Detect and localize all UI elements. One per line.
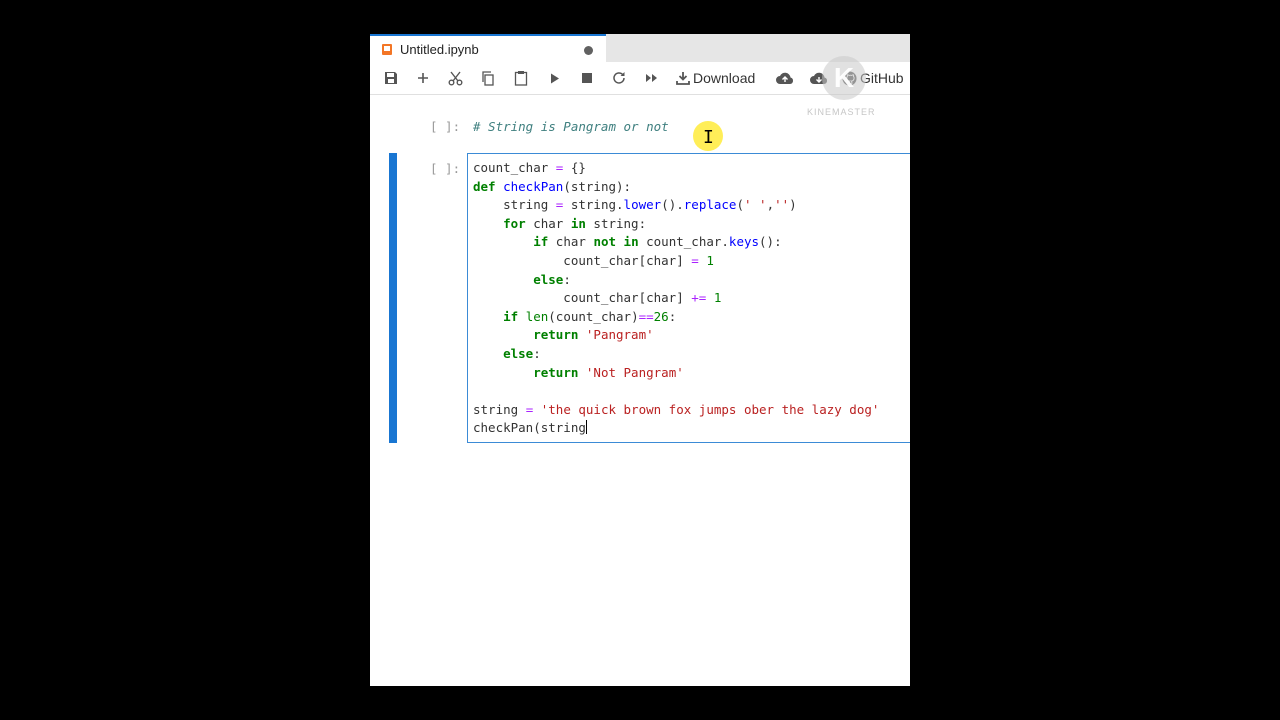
paste-button[interactable] [512, 67, 530, 89]
notebook-window: Untitled.ipynb Download GitHub K KINEMAS… [370, 34, 910, 686]
kinemaster-logo: K [822, 56, 866, 100]
stop-icon [582, 73, 592, 83]
tab-bar: Untitled.ipynb [370, 34, 910, 62]
save-button[interactable] [382, 67, 400, 89]
code-cell-prompt: [ ]: [430, 161, 461, 176]
code-cell-editor[interactable]: count_char = {} def checkPan(string): str… [467, 153, 910, 443]
code-line: string = string.lower().replace(' ','') [473, 197, 797, 213]
code-line: count_char = {} [473, 160, 586, 175]
cloud-upload-button[interactable] [774, 67, 796, 89]
code-line: for char in string: [503, 215, 647, 231]
code-line: def checkPan(string): [473, 178, 632, 194]
copy-icon [482, 70, 494, 86]
code-line: else: [533, 271, 571, 287]
play-icon [551, 73, 559, 83]
restart-icon [613, 72, 625, 84]
unsaved-indicator-icon[interactable] [584, 46, 593, 55]
tab-title: Untitled.ipynb [400, 42, 479, 57]
save-icon [385, 72, 397, 84]
code-line: return 'Pangram' [533, 327, 654, 343]
code-line: return 'Not Pangram' [533, 364, 684, 380]
github-label: GitHub [860, 70, 904, 86]
tab-untitled-notebook[interactable]: Untitled.ipynb [370, 34, 606, 62]
download-button[interactable]: Download [676, 67, 766, 89]
run-all-button[interactable] [643, 67, 661, 89]
cloud-upload-icon [776, 72, 794, 84]
active-cell-indicator [389, 153, 397, 443]
code-line: string = 'the quick brown fox jumps ober… [473, 401, 880, 417]
restart-button[interactable] [610, 67, 628, 89]
insert-cell-button[interactable] [414, 67, 432, 89]
notebook-icon [382, 44, 392, 55]
code-line: if len(count_char)==26: [503, 308, 677, 324]
text-caret [585, 420, 587, 435]
code-line: else: [503, 346, 541, 361]
cut-button[interactable] [446, 67, 464, 89]
notebook-toolbar: Download GitHub K KINEMASTER [370, 56, 910, 117]
copy-button[interactable] [479, 67, 497, 89]
markdown-cell[interactable]: # String is Pangram or not [473, 119, 669, 134]
clipboard-icon [514, 71, 528, 86]
code-line: count_char[char] = 1 [473, 253, 714, 268]
code-line: if char not in count_char.keys(): [533, 234, 782, 250]
text-cursor-icon: I [703, 127, 714, 148]
download-label: Download [693, 70, 756, 86]
download-icon [676, 72, 690, 85]
fast-forward-icon [646, 74, 657, 82]
code-line: checkPan(string [473, 420, 587, 436]
plus-icon [418, 73, 428, 83]
interrupt-button[interactable] [578, 67, 596, 89]
watermark-text: KINEMASTER [807, 107, 876, 117]
scissors-icon [448, 71, 462, 85]
code-line: count_char[char] += 1 [473, 290, 722, 306]
run-button[interactable] [546, 67, 564, 89]
markdown-cell-prompt: [ ]: [430, 119, 461, 134]
